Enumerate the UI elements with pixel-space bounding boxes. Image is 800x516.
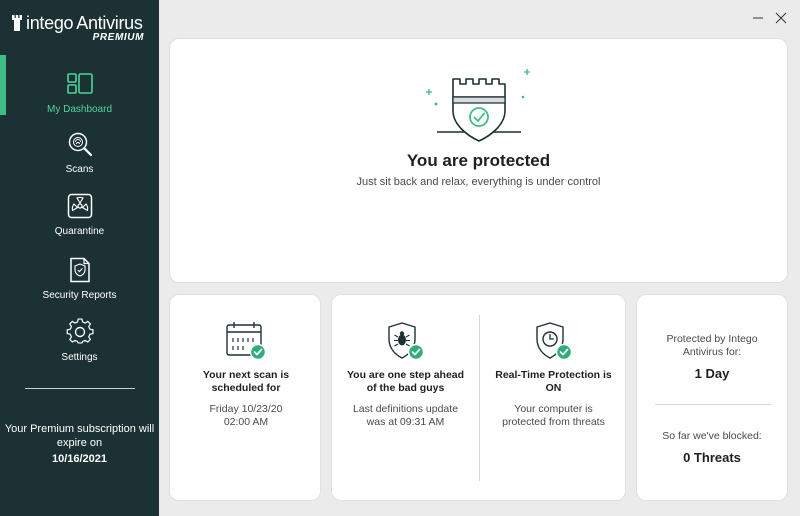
sidebar-item-settings[interactable]: Settings	[0, 318, 159, 378]
scan-magnifier-icon	[68, 132, 92, 157]
brand-tier: PREMIUM	[92, 32, 144, 43]
close-icon[interactable]	[775, 12, 787, 24]
subscription-note: Your Premium subscription will expire on	[4, 423, 155, 449]
protection-details-card: You are one step ahead of the bad guys L…	[331, 294, 626, 501]
castle-shield-check-icon	[426, 69, 530, 142]
sidebar-item-label: Quarantine	[54, 226, 105, 237]
definitions-section: You are one step ahead of the bad guys L…	[332, 295, 479, 500]
report-icon	[69, 257, 90, 283]
sidebar-item-label: Settings	[61, 352, 98, 363]
realtime-section: Real-Time Protection is ON Your computer…	[480, 295, 627, 500]
sidebar-item-security-reports[interactable]: Security Reports	[0, 256, 159, 316]
intego-tower-icon	[12, 15, 22, 31]
protection-status-card: You are protected Just sit back and rela…	[169, 38, 788, 283]
quarantine-icon	[67, 193, 92, 219]
protected-duration-value: 1 Day	[694, 366, 730, 381]
sidebar-item-my-dashboard[interactable]: My Dashboard	[0, 70, 159, 130]
sidebar-item-label: Scans	[65, 164, 94, 175]
next-scan-title: Your next scan is scheduled for	[202, 369, 290, 394]
calendar-check-icon	[226, 322, 267, 361]
gear-icon	[66, 318, 94, 344]
shield-bug-check-icon	[388, 322, 425, 361]
definitions-title: You are one step ahead of the bad guys	[346, 369, 465, 394]
realtime-protection-title: Real-Time Protection is ON	[495, 369, 612, 394]
shield-clock-check-icon	[536, 322, 573, 361]
protected-duration-label: Protected by Intego Antivirus for:	[666, 333, 758, 358]
blocked-threats-value: 0 Threats	[683, 450, 741, 465]
realtime-protection-detail: Your computer is protected from threats	[502, 403, 605, 428]
sidebar-divider	[25, 388, 135, 389]
protection-status-title: You are protected	[406, 151, 551, 170]
dashboard-icon	[66, 73, 93, 94]
next-scan-card: Your next scan is scheduled for Friday 1…	[169, 294, 321, 501]
minimize-icon[interactable]	[752, 12, 764, 24]
sidebar: intego Antivirus PREMIUM My Dashboard Sca…	[0, 0, 159, 516]
stats-divider	[655, 404, 771, 405]
brand-logo: intego Antivirus PREMIUM	[12, 12, 152, 48]
blocked-threats-label: So far we've blocked:	[662, 430, 762, 442]
brand-name: intego Antivirus	[26, 12, 143, 33]
definitions-update-time: Last definitions update was at 09:31 AM	[352, 403, 459, 428]
next-scan-datetime: Friday 10/23/20 02:00 AM	[209, 403, 283, 428]
sidebar-item-quarantine[interactable]: Quarantine	[0, 192, 159, 252]
protection-status-subtitle: Just sit back and relax, everything is u…	[356, 176, 601, 188]
sidebar-item-label: My Dashboard	[46, 104, 113, 115]
protection-stats-card: Protected by Intego Antivirus for: 1 Day…	[636, 294, 788, 501]
subscription-expiry-date: 10/16/2021	[51, 453, 108, 465]
sidebar-item-scans[interactable]: Scans	[0, 130, 159, 190]
sidebar-item-label: Security Reports	[42, 290, 117, 301]
